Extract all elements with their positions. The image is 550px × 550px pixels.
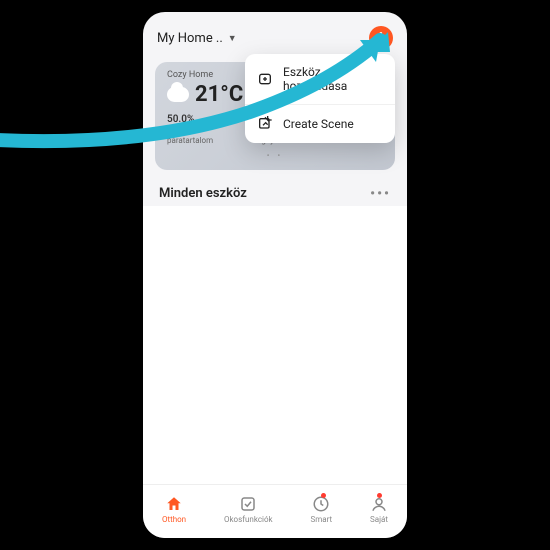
chevron-down-icon: ▼ (228, 33, 237, 44)
temperature-value: 21°C (195, 82, 243, 107)
more-icon[interactable]: ••• (370, 186, 391, 202)
badge-icon (377, 493, 382, 498)
home-label: My Home .. (157, 31, 223, 46)
metric-humidity: 50.0% Kültéri páratartalom (167, 113, 237, 147)
home-icon (165, 495, 183, 513)
device-list-empty (143, 206, 407, 484)
phone-frame: My Home .. ▼ + Cozy Home 21°C 50.0% Kült… (143, 12, 407, 538)
app-header: My Home .. ▼ + (143, 12, 407, 58)
section-title: Minden eszköz (159, 186, 247, 201)
add-menu: Eszköz hozzáadása Create Scene (245, 54, 395, 143)
tab-bar: Otthon Okosfunkciók Smart Saját (143, 484, 407, 538)
menu-item-label: Eszköz hozzáadása (283, 65, 383, 93)
home-selector[interactable]: My Home .. ▼ (157, 31, 237, 46)
check-square-icon (239, 495, 257, 513)
device-add-icon (257, 71, 273, 87)
menu-item-add-device[interactable]: Eszköz hozzáadása (245, 54, 395, 104)
menu-item-label: Create Scene (283, 117, 354, 131)
tab-automations[interactable]: Okosfunkciók (224, 495, 273, 524)
tab-home[interactable]: Otthon (162, 495, 186, 524)
plus-icon: + (376, 29, 386, 47)
tab-smart[interactable]: Smart (310, 495, 332, 524)
add-button[interactable]: + (369, 26, 393, 50)
page-dots: • • (167, 151, 383, 160)
scene-icon (257, 116, 273, 132)
tab-profile[interactable]: Saját (370, 495, 388, 524)
cloud-icon (167, 87, 189, 102)
menu-item-create-scene[interactable]: Create Scene (245, 104, 395, 143)
